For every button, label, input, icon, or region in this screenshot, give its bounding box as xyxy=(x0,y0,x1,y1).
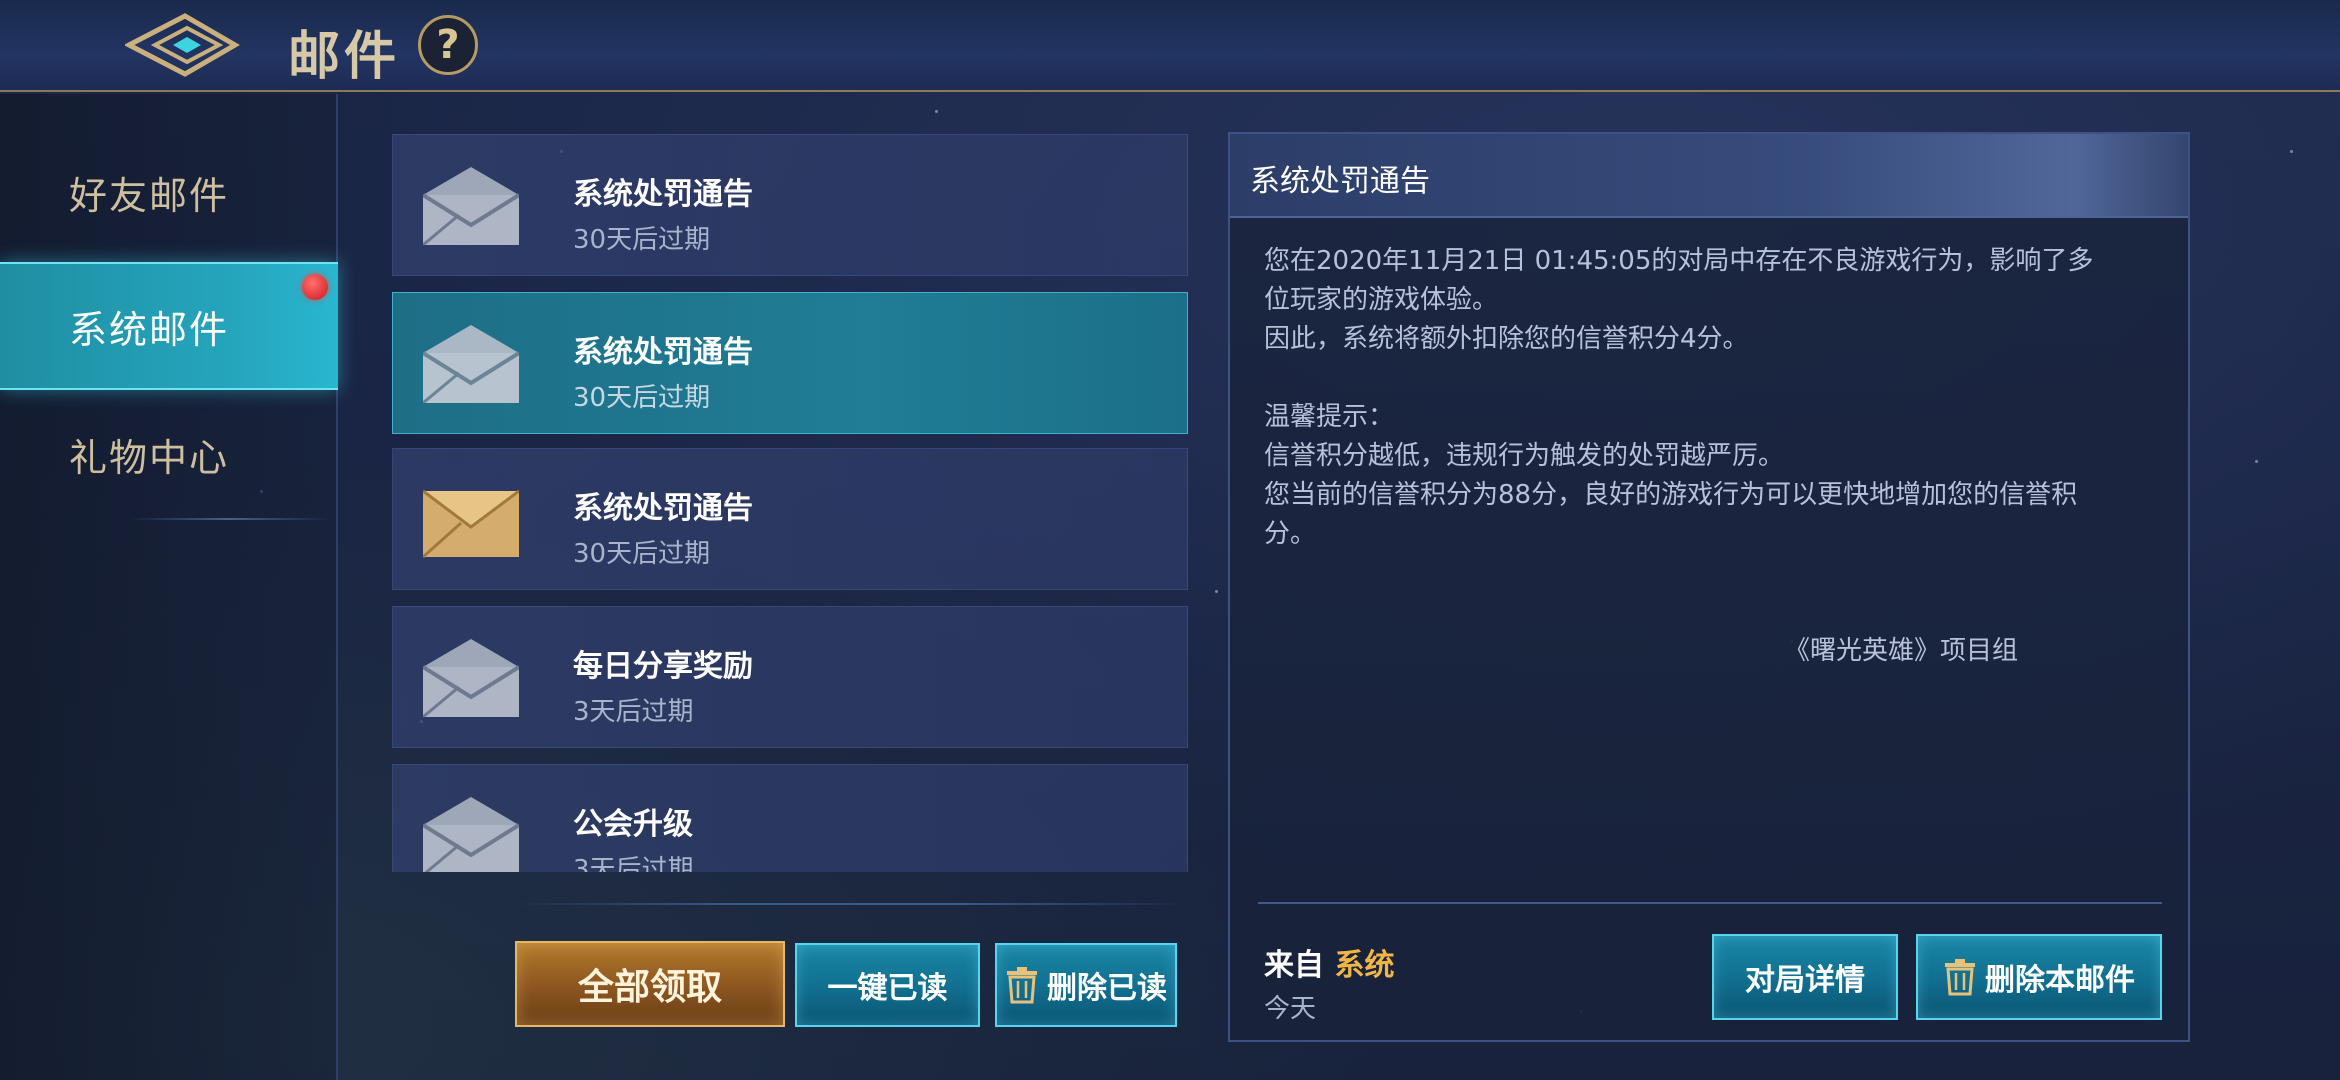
envelope-unread-gold-icon xyxy=(423,489,519,559)
body-line: 位玩家的游戏体验。 xyxy=(1264,285,1499,315)
back-button[interactable] xyxy=(123,12,240,78)
trash-icon xyxy=(1007,967,1037,1004)
back-arrow-icon xyxy=(123,13,240,77)
body-line: 温馨提示： xyxy=(1264,402,1395,432)
body-line xyxy=(1264,359,2164,398)
mail-sender: 来自 系统 xyxy=(1264,940,1394,984)
sidebar-item-label: 好友邮件 xyxy=(68,173,229,218)
mail-category-sidebar: 好友邮件 系统邮件 礼物中心 xyxy=(0,94,338,1080)
claim-all-button[interactable]: 全部领取 xyxy=(515,941,785,1027)
envelope-opened-icon xyxy=(423,639,519,717)
delete-read-label: 删除已读 xyxy=(1047,971,1167,1006)
mark-all-read-label: 一键已读 xyxy=(827,971,948,1006)
body-line: 因此，系统将额外扣除您的信誉积分4分。 xyxy=(1264,324,1749,354)
mail-detail-body: 您在2020年11月21日 01:45:05的对局中存在不良游戏行为，影响了多 … xyxy=(1264,242,2164,554)
mark-all-read-button[interactable]: 一键已读 xyxy=(795,943,980,1027)
sidebar-item-gift-center[interactable]: 礼物中心 xyxy=(0,390,338,518)
mail-list-item[interactable]: 系统处罚通告 30天后过期 xyxy=(392,448,1188,590)
mail-list-item[interactable]: 公会升级 3天后过期 xyxy=(392,764,1188,872)
mail-expiry: 30天后过期 xyxy=(573,225,711,255)
mail-expiry: 3天后过期 xyxy=(573,855,694,872)
body-line: 您当前的信誉积分为88分，良好的游戏行为可以更快地增加您的信誉积 xyxy=(1264,480,2078,510)
mail-expiry: 30天后过期 xyxy=(573,383,711,413)
delete-read-button[interactable]: 删除已读 xyxy=(995,943,1177,1027)
help-button[interactable]: ? xyxy=(418,15,478,75)
trash-icon xyxy=(1945,959,1975,996)
detail-divider xyxy=(1258,902,2162,904)
page-title: 邮件 xyxy=(288,27,401,87)
envelope-opened-icon xyxy=(423,797,519,872)
match-detail-button[interactable]: 对局详情 xyxy=(1712,934,1898,1020)
mail-list-item-selected[interactable]: 系统处罚通告 30天后过期 xyxy=(392,292,1188,434)
delete-mail-label: 删除本邮件 xyxy=(1985,963,2135,998)
mail-title: 系统处罚通告 xyxy=(573,335,753,370)
mail-detail-panel: 系统处罚通告 您在2020年11月21日 01:45:05的对局中存在不良游戏行… xyxy=(1228,132,2190,1042)
sender-name: 系统 xyxy=(1334,948,1395,983)
top-bar: 邮件 ? xyxy=(0,0,2340,92)
mail-title: 系统处罚通告 xyxy=(573,177,753,212)
body-line: 信誉积分越低，违规行为触发的处罚越严厉。 xyxy=(1264,441,1785,471)
envelope-opened-icon xyxy=(423,325,519,403)
sidebar-item-label: 礼物中心 xyxy=(68,435,229,480)
delete-mail-button[interactable]: 删除本邮件 xyxy=(1916,934,2162,1020)
mail-date: 今天 xyxy=(1264,994,1317,1024)
mail-list[interactable]: 系统处罚通告 30天后过期 系统处罚通告 30天后过期 系统处罚通告 30天后过… xyxy=(392,134,1188,872)
mail-list-item[interactable]: 系统处罚通告 30天后过期 xyxy=(392,134,1188,276)
sidebar-item-friend-mail[interactable]: 好友邮件 xyxy=(0,128,338,256)
mail-title: 每日分享奖励 xyxy=(573,649,753,684)
mail-title: 系统处罚通告 xyxy=(573,491,753,526)
mail-expiry: 30天后过期 xyxy=(573,539,711,569)
envelope-opened-icon xyxy=(423,167,519,245)
mail-detail-header: 系统处罚通告 xyxy=(1230,134,2188,218)
mail-list-item[interactable]: 每日分享奖励 3天后过期 xyxy=(392,606,1188,748)
mail-signature: 《曙光英雄》项目组 xyxy=(1784,636,2019,666)
body-line: 分。 xyxy=(1264,519,1317,549)
mail-expiry: 3天后过期 xyxy=(573,697,694,727)
sidebar-item-label: 系统邮件 xyxy=(68,307,229,352)
mail-title: 公会升级 xyxy=(573,807,693,842)
body-line: 您在2020年11月21日 01:45:05的对局中存在不良游戏行为，影响了多 xyxy=(1264,246,2094,276)
list-divider xyxy=(510,903,1190,905)
sidebar-divider xyxy=(130,518,330,520)
unread-badge xyxy=(302,274,328,300)
sidebar-item-system-mail[interactable]: 系统邮件 xyxy=(0,262,338,390)
mail-detail-title: 系统处罚通告 xyxy=(1250,164,1430,199)
sender-prefix: 来自 xyxy=(1264,948,1324,983)
